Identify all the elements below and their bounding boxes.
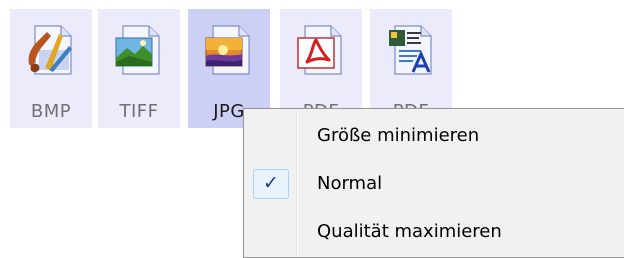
checkmark-icon: ✓: [263, 172, 279, 194]
menu-item-label: Größe minimieren: [317, 125, 480, 146]
file-type-bmp[interactable]: BMP: [10, 9, 92, 128]
menu-item-minimize-size[interactable]: Größe minimieren: [246, 116, 624, 154]
file-type-label: BMP: [30, 101, 72, 122]
menu-item-label: Normal: [317, 173, 383, 194]
menu-item-maximize-quality[interactable]: Qualität maximieren: [246, 212, 624, 250]
searchable-pdf-file-icon: [389, 25, 432, 75]
bmp-file-icon: [28, 25, 72, 75]
quality-context-menu: Größe minimieren ✓ Normal Qualität maxim…: [243, 108, 624, 258]
file-type-label: TIFF: [119, 101, 159, 122]
menu-item-label: Qualität maximieren: [317, 221, 502, 242]
jpg-file-icon: [205, 25, 250, 75]
file-type-tiff[interactable]: TIFF: [98, 9, 180, 128]
tiff-file-icon: [115, 25, 160, 75]
checkmark-box: ✓: [253, 169, 289, 199]
menu-item-normal[interactable]: ✓ Normal: [246, 164, 624, 202]
pdf-file-icon: [297, 25, 342, 75]
